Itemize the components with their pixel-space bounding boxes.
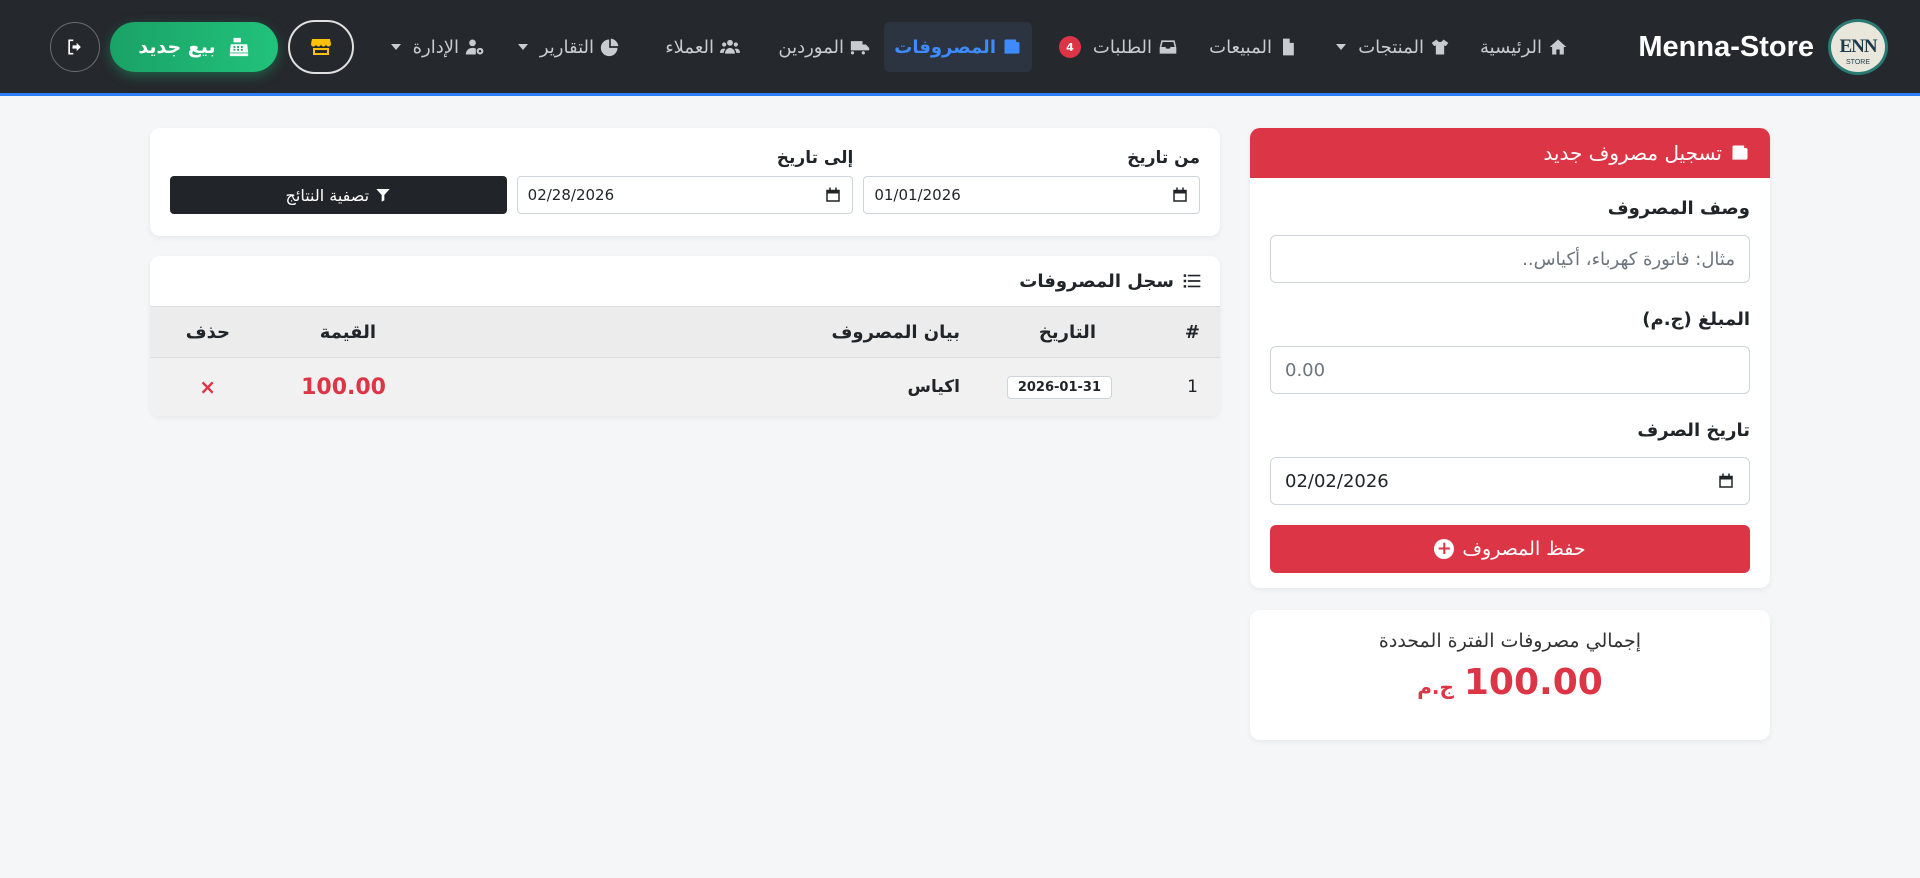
row-date-cell: 2026-01-31	[1006, 358, 1112, 416]
new-expense-card: تسجيل مصروف جديد وصف المصروف مثال: فاتور…	[1250, 128, 1770, 588]
delete-row-button[interactable]: ×	[199, 358, 216, 416]
nav-item-label: الموردين	[778, 36, 844, 58]
store-logo: ENN STORE	[1828, 19, 1888, 75]
document-icon	[1283, 38, 1294, 56]
store-button[interactable]	[288, 20, 354, 74]
col-date: التاريخ	[1038, 321, 1096, 343]
expenses-log-card: سجل المصروفات # التاريخ بيان المصروف الق…	[150, 256, 1220, 416]
filter-results-label: تصفية النتائج	[285, 185, 370, 205]
nav-item-customers[interactable]: العملاء	[655, 22, 750, 72]
amount-label: المبلغ (ج.م)	[1642, 309, 1750, 330]
to-date-value: 02/28/2026	[527, 186, 615, 204]
orders-count-badge: 4	[1058, 36, 1081, 58]
brand-name: Menna-Store	[1638, 30, 1814, 63]
brand[interactable]: ENN STORE Menna-Store	[1638, 18, 1888, 76]
nav-item-label: المنتجات	[1358, 36, 1424, 58]
chevron-down-icon	[390, 44, 401, 50]
users-icon	[720, 39, 740, 54]
save-expense-button[interactable]: حفظ المصروف +	[1270, 525, 1750, 573]
logo-text: ENN	[1839, 36, 1877, 57]
period-total-currency: ج.م	[1417, 675, 1454, 699]
chevron-down-icon	[1336, 44, 1347, 50]
description-input[interactable]: مثال: فاتورة كهرباء، أكياس..	[1270, 235, 1750, 283]
nav-item-label: الطلبات	[1092, 36, 1152, 58]
period-total-value: 100.00 ج.م	[1250, 662, 1770, 703]
user-gear-icon	[465, 39, 484, 55]
filter-results-button[interactable]: تصفية النتائج	[169, 176, 507, 214]
col-index: #	[1184, 321, 1200, 343]
description-label: وصف المصروف	[1607, 198, 1750, 219]
nav-item-products[interactable]: المنتجات	[1326, 22, 1460, 72]
to-date-label: إلى تاريخ	[776, 148, 854, 168]
row-index: 1	[1187, 377, 1198, 397]
row-amount: 100.00	[301, 374, 386, 400]
calendar-icon[interactable]	[1171, 186, 1189, 204]
col-amount: القيمة	[319, 321, 376, 343]
wallet-icon	[1004, 39, 1020, 54]
nav-item-label: المصروفات	[894, 36, 996, 58]
plus-circle-icon: +	[1434, 539, 1455, 559]
row-description: اكياس	[907, 377, 961, 397]
amount-input[interactable]: 0.00	[1270, 346, 1750, 394]
new-expense-title: تسجيل مصروف جديد	[1543, 141, 1722, 165]
nav-item-home[interactable]: الرئيسية	[1470, 22, 1578, 72]
truck-icon	[850, 41, 870, 55]
chevron-down-icon	[517, 44, 528, 50]
expense-date-label: تاريخ الصرف	[1637, 420, 1750, 441]
nav-item-label: الرئيسية	[1480, 36, 1542, 58]
new-sale-label: بيع جديد	[138, 36, 216, 58]
new-sale-button[interactable]: بيع جديد	[110, 22, 278, 72]
period-total-amount: 100.00	[1463, 662, 1603, 703]
calendar-icon[interactable]	[824, 186, 842, 204]
from-date-value: 01/01/2026	[874, 186, 961, 204]
table-header: # التاريخ بيان المصروف القيمة حذف	[150, 306, 1220, 358]
expense-date-value: 02/02/2026	[1285, 470, 1389, 492]
row-date-badge: 2026-01-31	[1006, 375, 1112, 399]
nav-item-orders[interactable]: الطلبات 4	[1049, 22, 1188, 72]
top-navbar: ENN STORE Menna-Store الرئيسية المنتجات …	[0, 0, 1920, 96]
period-total-card: إجمالي مصروفات الفترة المحددة 100.00 ج.م	[1250, 610, 1770, 740]
cash-register-icon	[229, 37, 248, 57]
calendar-icon[interactable]	[1717, 472, 1735, 490]
period-total-label: إجمالي مصروفات الفترة المحددة	[1378, 630, 1642, 652]
from-date-label: من تاريخ	[1127, 148, 1200, 168]
pie-chart-icon	[600, 38, 619, 57]
col-delete: حذف	[185, 321, 230, 343]
expenses-log-header: سجل المصروفات	[150, 256, 1220, 306]
save-expense-label: حفظ المصروف	[1462, 538, 1586, 560]
filter-card: من تاريخ 01/01/2026 إلى تاريخ 02/28/2026…	[150, 128, 1220, 236]
nav-item-reports[interactable]: التقارير	[508, 22, 630, 72]
list-icon	[1183, 274, 1201, 288]
nav-item-label: التقارير	[539, 36, 594, 58]
table-row: 1 2026-01-31 اكياس 100.00 ×	[150, 358, 1220, 416]
nav-item-label: المبيعات	[1209, 36, 1272, 58]
shirt-icon	[1431, 39, 1449, 55]
home-icon	[1549, 39, 1567, 55]
to-date-input[interactable]: 02/28/2026	[516, 176, 854, 214]
nav-item-suppliers[interactable]: الموردين	[768, 22, 880, 72]
nav-item-label: العملاء	[665, 36, 714, 58]
from-date-input[interactable]: 01/01/2026	[863, 176, 1200, 214]
filter-icon	[376, 189, 390, 202]
col-description: بيان المصروف	[831, 321, 960, 343]
expense-date-input[interactable]: 02/02/2026	[1270, 457, 1750, 505]
logout-button[interactable]	[50, 22, 100, 72]
wallet-icon	[1732, 145, 1748, 160]
new-expense-header: تسجيل مصروف جديد	[1250, 128, 1770, 178]
nav-item-expenses[interactable]: المصروفات	[884, 22, 1032, 72]
logout-icon	[68, 39, 81, 55]
nav-item-label: الإدارة	[412, 36, 459, 58]
expenses-log-title: سجل المصروفات	[1019, 270, 1174, 292]
store-icon	[311, 39, 331, 55]
nav-item-admin[interactable]: الإدارة	[381, 22, 495, 72]
logo-subtext: STORE	[1846, 59, 1870, 66]
inbox-icon	[1159, 40, 1177, 54]
nav-item-sales[interactable]: المبيعات	[1199, 22, 1308, 72]
